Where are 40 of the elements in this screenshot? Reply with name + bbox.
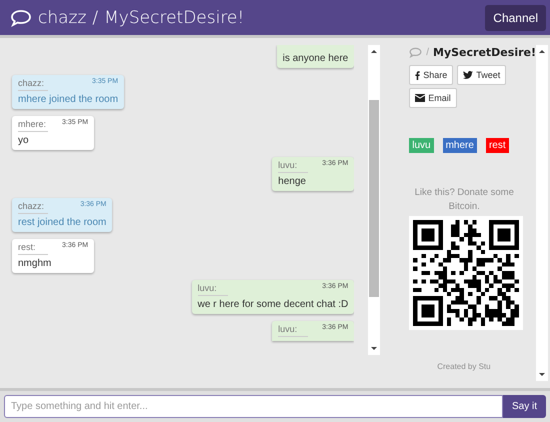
message-text: yo — [18, 135, 30, 146]
message-text: henge — [278, 176, 307, 187]
title-separator: / — [426, 46, 430, 58]
message-author: luvu: — [278, 324, 308, 337]
scroll-up-icon[interactable] — [539, 50, 545, 53]
message-author: luvu: — [278, 160, 308, 173]
share-button[interactable]: Tweet — [457, 65, 506, 85]
message-text: we r here for some decent chat :D — [198, 299, 348, 310]
message-text: mhere joined the room — [18, 94, 118, 105]
user-tag[interactable]: rest — [486, 138, 509, 153]
message-author: luvu: — [198, 283, 228, 296]
channel-button[interactable]: Channel — [485, 4, 546, 30]
title-separator: / — [92, 8, 98, 28]
user-tag[interactable]: mhere — [442, 138, 477, 153]
envelope-icon — [415, 94, 426, 102]
speech-bubble-icon — [409, 46, 422, 58]
speech-bubble-icon — [10, 8, 32, 26]
scroll-down-icon[interactable] — [371, 347, 378, 350]
scrollbar[interactable] — [368, 45, 380, 355]
user-name: chazz — [38, 8, 86, 28]
message-author: chazz: — [18, 78, 48, 91]
room-name: MySecretDesire! — [433, 46, 536, 58]
send-button[interactable]: Say it — [502, 395, 546, 418]
share-button[interactable]: Email — [409, 88, 457, 108]
message-text: is anyone here — [282, 53, 348, 64]
facebook-icon — [415, 70, 420, 80]
message-text: rest joined the room — [18, 217, 106, 228]
credit-text: Created by Stu — [437, 362, 491, 371]
scrollbar[interactable] — [536, 45, 548, 381]
message-author: mhere: — [18, 119, 48, 132]
scroll-up-icon[interactable] — [371, 50, 378, 53]
message-text: nmghm — [18, 258, 52, 269]
scroll-down-icon[interactable] — [539, 373, 545, 376]
share-button[interactable]: Share — [409, 65, 454, 85]
bird-icon — [463, 71, 474, 79]
room-name: MySecretDesire! — [104, 8, 244, 28]
donate-text: Like this? Donate some Bitcoin. — [414, 186, 515, 214]
message-input[interactable]: Type something and hit enter... — [4, 395, 503, 418]
message-author: chazz: — [18, 201, 48, 214]
message-author: rest: — [18, 242, 48, 255]
